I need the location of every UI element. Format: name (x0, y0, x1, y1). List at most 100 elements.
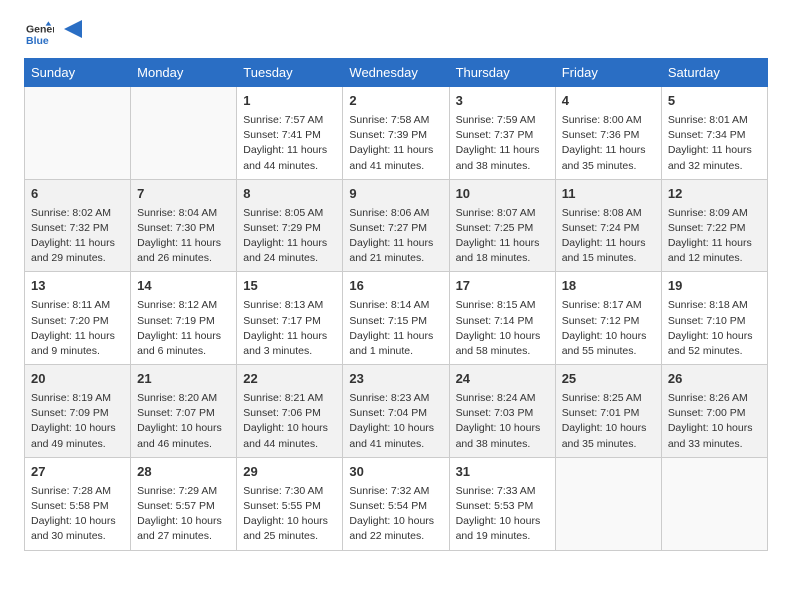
calendar-day-cell: 15 Sunrise: 8:13 AMSunset: 7:17 PMDayligh… (237, 272, 343, 365)
calendar-day-cell (661, 457, 767, 550)
calendar-day-cell (25, 87, 131, 180)
day-number: 8 (243, 185, 336, 204)
day-info: Sunrise: 8:24 AMSunset: 7:03 PMDaylight:… (456, 391, 549, 452)
day-number: 29 (243, 463, 336, 482)
logo: General Blue (24, 20, 82, 48)
calendar-day-cell: 22 Sunrise: 8:21 AMSunset: 7:06 PMDayligh… (237, 365, 343, 458)
day-info: Sunrise: 8:21 AMSunset: 7:06 PMDaylight:… (243, 391, 336, 452)
day-number: 13 (31, 277, 124, 296)
day-info: Sunrise: 8:05 AMSunset: 7:29 PMDaylight:… (243, 206, 336, 267)
day-number: 25 (562, 370, 655, 389)
day-number: 7 (137, 185, 230, 204)
calendar-day-cell: 1 Sunrise: 7:57 AMSunset: 7:41 PMDaylight… (237, 87, 343, 180)
calendar-day-cell: 30 Sunrise: 7:32 AMSunset: 5:54 PMDayligh… (343, 457, 449, 550)
day-number: 19 (668, 277, 761, 296)
day-info: Sunrise: 8:23 AMSunset: 7:04 PMDaylight:… (349, 391, 442, 452)
day-info: Sunrise: 8:02 AMSunset: 7:32 PMDaylight:… (31, 206, 124, 267)
calendar-day-cell: 27Sunrise: 7:28 AMSunset: 5:58 PMDayligh… (25, 457, 131, 550)
calendar-week-row: 27Sunrise: 7:28 AMSunset: 5:58 PMDayligh… (25, 457, 768, 550)
calendar-day-cell: 4Sunrise: 8:00 AMSunset: 7:36 PMDaylight… (555, 87, 661, 180)
day-number: 21 (137, 370, 230, 389)
day-info: Sunrise: 8:26 AMSunset: 7:00 PMDaylight:… (668, 391, 761, 452)
calendar-day-cell: 5 Sunrise: 8:01 AMSunset: 7:34 PMDaylight… (661, 87, 767, 180)
calendar-day-cell: 28 Sunrise: 7:29 AMSunset: 5:57 PMDayligh… (131, 457, 237, 550)
day-number: 18 (562, 277, 655, 296)
day-info: Sunrise: 8:09 AMSunset: 7:22 PMDaylight:… (668, 206, 761, 267)
weekday-header-friday: Friday (555, 59, 661, 87)
day-info: Sunrise: 8:14 AMSunset: 7:15 PMDaylight:… (349, 298, 442, 359)
calendar-header-row: SundayMondayTuesdayWednesdayThursdayFrid… (25, 59, 768, 87)
calendar-day-cell: 17Sunrise: 8:15 AMSunset: 7:14 PMDayligh… (449, 272, 555, 365)
day-number: 16 (349, 277, 442, 296)
day-info: Sunrise: 8:08 AMSunset: 7:24 PMDaylight:… (562, 206, 655, 267)
weekday-header-tuesday: Tuesday (237, 59, 343, 87)
calendar-day-cell (555, 457, 661, 550)
weekday-header-thursday: Thursday (449, 59, 555, 87)
calendar-week-row: 1 Sunrise: 7:57 AMSunset: 7:41 PMDaylight… (25, 87, 768, 180)
calendar-day-cell: 19 Sunrise: 8:18 AMSunset: 7:10 PMDayligh… (661, 272, 767, 365)
calendar-table: SundayMondayTuesdayWednesdayThursdayFrid… (24, 58, 768, 551)
day-info: Sunrise: 8:12 AMSunset: 7:19 PMDaylight:… (137, 298, 230, 359)
day-info: Sunrise: 7:57 AMSunset: 7:41 PMDaylight:… (243, 113, 336, 174)
calendar-day-cell: 3Sunrise: 7:59 AMSunset: 7:37 PMDaylight… (449, 87, 555, 180)
day-info: Sunrise: 8:17 AMSunset: 7:12 PMDaylight:… (562, 298, 655, 359)
day-number: 14 (137, 277, 230, 296)
calendar-day-cell: 10Sunrise: 8:07 AMSunset: 7:25 PMDayligh… (449, 179, 555, 272)
day-info: Sunrise: 8:18 AMSunset: 7:10 PMDaylight:… (668, 298, 761, 359)
calendar-day-cell: 11 Sunrise: 8:08 AMSunset: 7:24 PMDayligh… (555, 179, 661, 272)
calendar-day-cell: 6 Sunrise: 8:02 AMSunset: 7:32 PMDaylight… (25, 179, 131, 272)
day-number: 3 (456, 92, 549, 111)
calendar-week-row: 6 Sunrise: 8:02 AMSunset: 7:32 PMDaylight… (25, 179, 768, 272)
calendar-day-cell: 25 Sunrise: 8:25 AMSunset: 7:01 PMDayligh… (555, 365, 661, 458)
day-number: 10 (456, 185, 549, 204)
day-number: 11 (562, 185, 655, 204)
day-info: Sunrise: 8:25 AMSunset: 7:01 PMDaylight:… (562, 391, 655, 452)
day-number: 5 (668, 92, 761, 111)
day-info: Sunrise: 8:15 AMSunset: 7:14 PMDaylight:… (456, 298, 549, 359)
calendar-day-cell: 29 Sunrise: 7:30 AMSunset: 5:55 PMDayligh… (237, 457, 343, 550)
day-number: 15 (243, 277, 336, 296)
calendar-day-cell: 31Sunrise: 7:33 AMSunset: 5:53 PMDayligh… (449, 457, 555, 550)
day-info: Sunrise: 8:13 AMSunset: 7:17 PMDaylight:… (243, 298, 336, 359)
svg-text:Blue: Blue (26, 35, 49, 47)
day-info: Sunrise: 7:30 AMSunset: 5:55 PMDaylight:… (243, 484, 336, 545)
weekday-header-sunday: Sunday (25, 59, 131, 87)
calendar-day-cell: 9Sunrise: 8:06 AMSunset: 7:27 PMDaylight… (343, 179, 449, 272)
calendar-week-row: 20 Sunrise: 8:19 AMSunset: 7:09 PMDayligh… (25, 365, 768, 458)
calendar-day-cell: 26 Sunrise: 8:26 AMSunset: 7:00 PMDayligh… (661, 365, 767, 458)
day-info: Sunrise: 8:19 AMSunset: 7:09 PMDaylight:… (31, 391, 124, 452)
day-number: 9 (349, 185, 442, 204)
day-number: 20 (31, 370, 124, 389)
day-info: Sunrise: 8:01 AMSunset: 7:34 PMDaylight:… (668, 113, 761, 174)
day-number: 31 (456, 463, 549, 482)
weekday-header-wednesday: Wednesday (343, 59, 449, 87)
day-info: Sunrise: 8:04 AMSunset: 7:30 PMDaylight:… (137, 206, 230, 267)
calendar-day-cell: 14 Sunrise: 8:12 AMSunset: 7:19 PMDayligh… (131, 272, 237, 365)
calendar-day-cell: 7 Sunrise: 8:04 AMSunset: 7:30 PMDaylight… (131, 179, 237, 272)
day-number: 12 (668, 185, 761, 204)
day-number: 4 (562, 92, 655, 111)
day-number: 28 (137, 463, 230, 482)
day-number: 24 (456, 370, 549, 389)
day-info: Sunrise: 8:11 AMSunset: 7:20 PMDaylight:… (31, 298, 124, 359)
day-number: 23 (349, 370, 442, 389)
day-info: Sunrise: 7:32 AMSunset: 5:54 PMDaylight:… (349, 484, 442, 545)
day-number: 1 (243, 92, 336, 111)
calendar-day-cell: 12 Sunrise: 8:09 AMSunset: 7:22 PMDayligh… (661, 179, 767, 272)
day-number: 6 (31, 185, 124, 204)
calendar-day-cell: 13 Sunrise: 8:11 AMSunset: 7:20 PMDayligh… (25, 272, 131, 365)
calendar-day-cell: 8 Sunrise: 8:05 AMSunset: 7:29 PMDaylight… (237, 179, 343, 272)
day-number: 26 (668, 370, 761, 389)
day-info: Sunrise: 7:58 AMSunset: 7:39 PMDaylight:… (349, 113, 442, 174)
calendar-day-cell: 18 Sunrise: 8:17 AMSunset: 7:12 PMDayligh… (555, 272, 661, 365)
logo-icon: General Blue (26, 20, 54, 48)
calendar-week-row: 13 Sunrise: 8:11 AMSunset: 7:20 PMDayligh… (25, 272, 768, 365)
calendar-day-cell: 24 Sunrise: 8:24 AMSunset: 7:03 PMDayligh… (449, 365, 555, 458)
calendar-day-cell (131, 87, 237, 180)
day-info: Sunrise: 8:20 AMSunset: 7:07 PMDaylight:… (137, 391, 230, 452)
day-info: Sunrise: 7:29 AMSunset: 5:57 PMDaylight:… (137, 484, 230, 545)
day-number: 22 (243, 370, 336, 389)
day-number: 30 (349, 463, 442, 482)
logo-arrow-icon (64, 20, 82, 38)
page-header: General Blue (24, 20, 768, 48)
